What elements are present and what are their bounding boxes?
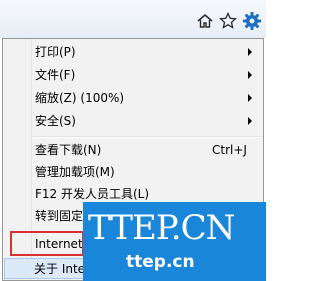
menu-item-print[interactable]: 打印(P) bbox=[3, 41, 263, 63]
menu-item-label: 安全(S) bbox=[35, 114, 76, 128]
menu-item-label: 查看下载(N) bbox=[35, 143, 102, 157]
submenu-arrow-icon bbox=[248, 117, 252, 125]
menu-item-safety[interactable]: 安全(S) bbox=[3, 110, 263, 132]
submenu-arrow-icon bbox=[248, 71, 252, 79]
watermark-text: TTEP.CN bbox=[88, 208, 235, 248]
submenu-arrow-icon bbox=[248, 94, 252, 102]
watermark-subtext: ttep.cn bbox=[126, 252, 195, 272]
menu-item-shortcut: Ctrl+J bbox=[212, 143, 247, 157]
browser-toolbar bbox=[0, 0, 266, 38]
home-icon[interactable] bbox=[195, 11, 215, 31]
menu-item-manage-addons[interactable]: 管理加载项(M) bbox=[3, 161, 263, 183]
menu-item-file[interactable]: 文件(F) bbox=[3, 64, 263, 86]
menu-item-label: 文件(F) bbox=[35, 68, 76, 82]
menu-item-label: 打印(P) bbox=[35, 45, 76, 59]
menu-item-label: 管理加载项(M) bbox=[35, 165, 115, 179]
highlight-box bbox=[10, 231, 84, 256]
gear-icon[interactable] bbox=[242, 11, 262, 31]
star-icon[interactable] bbox=[218, 11, 238, 31]
menu-item-label: 转到固定 bbox=[35, 209, 84, 223]
menu-separator bbox=[33, 136, 261, 138]
menu-item-zoom[interactable]: 缩放(Z) (100%) bbox=[3, 87, 263, 109]
menu-item-label: 缩放(Z) (100%) bbox=[35, 91, 125, 105]
menu-item-view-downloads[interactable]: 查看下载(N) Ctrl+J bbox=[3, 139, 263, 161]
menu-item-label: 关于 Inte bbox=[34, 262, 86, 276]
submenu-arrow-icon bbox=[248, 48, 252, 56]
